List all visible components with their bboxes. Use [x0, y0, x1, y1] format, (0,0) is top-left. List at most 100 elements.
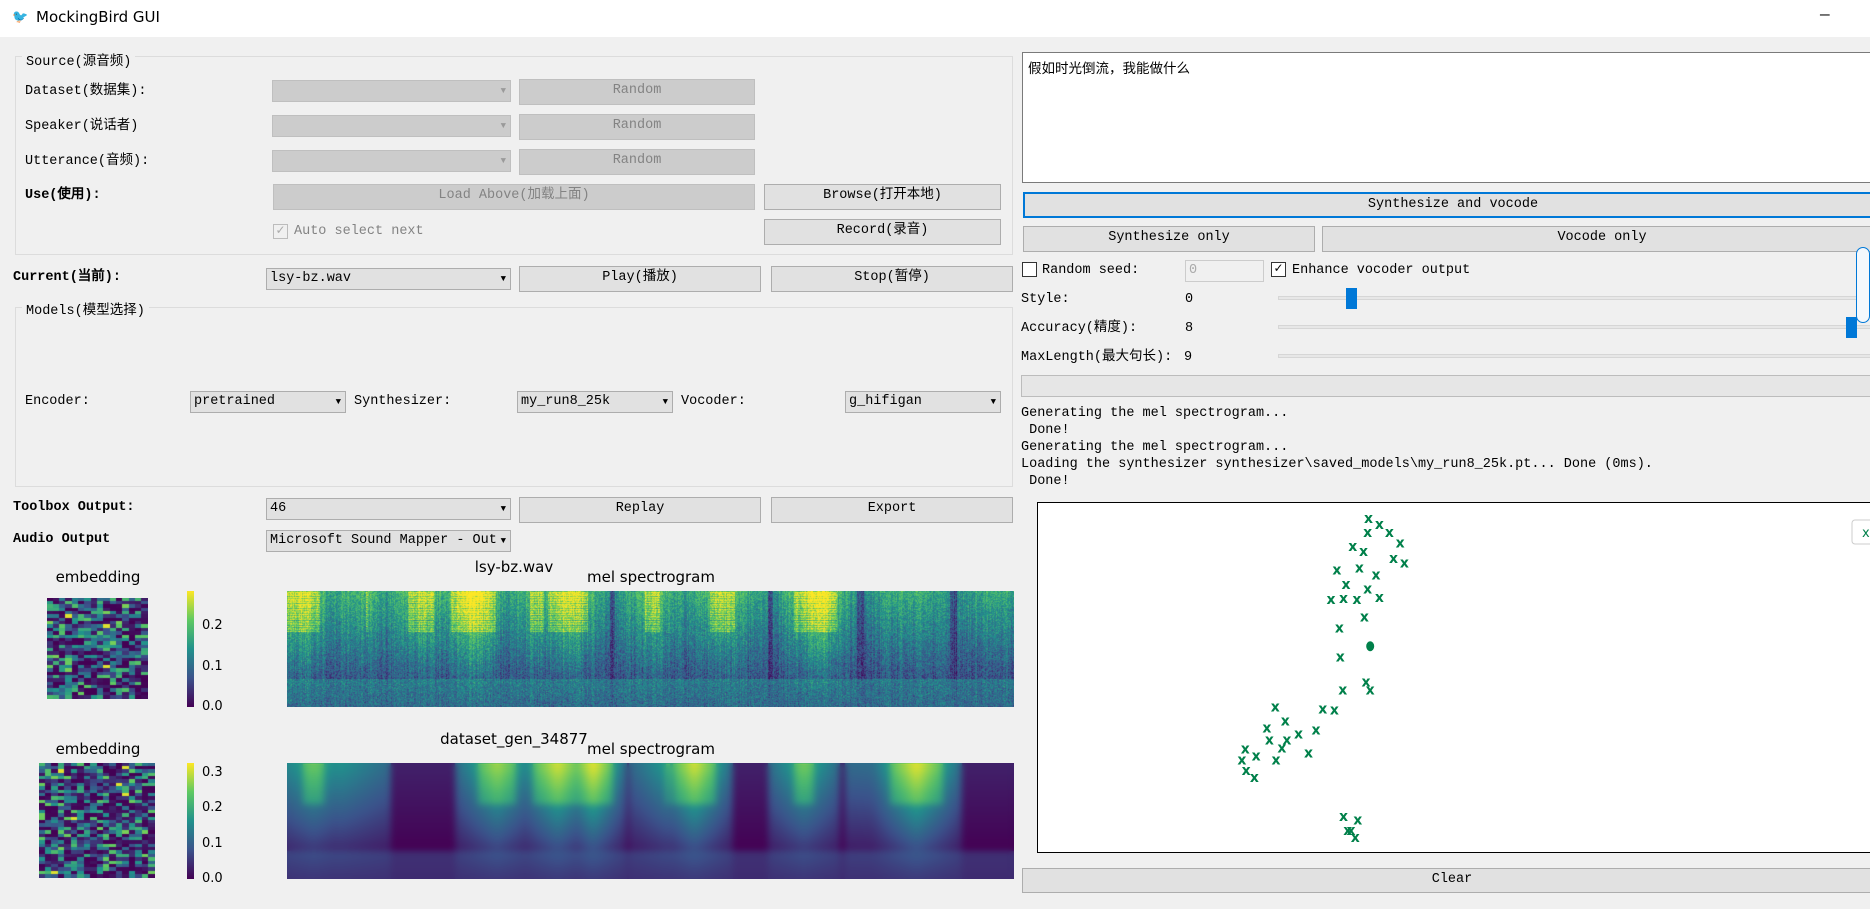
minimize-icon[interactable]: —: [1820, 6, 1830, 24]
scatter-point: x: [1355, 560, 1364, 576]
colorbar-1-tick: 0.1: [202, 659, 223, 674]
scatter-point: x: [1250, 770, 1259, 786]
maxlength-slider-track[interactable]: [1278, 354, 1870, 358]
speaker-random-button[interactable]: Random: [519, 114, 755, 140]
load-above-button[interactable]: Load Above(加载上面): [273, 184, 755, 210]
vocode-only-button[interactable]: Vocode only: [1322, 226, 1870, 252]
style-slider-handle[interactable]: [1346, 288, 1357, 309]
auto-select-label: Auto select next: [294, 224, 424, 239]
auto-select-checkbox[interactable]: ✓: [273, 224, 288, 239]
utterance-dropdown[interactable]: ▼: [272, 150, 511, 172]
embedding-heatmap-2: [39, 763, 155, 878]
synthesizer-dropdown[interactable]: my_run8_25k ▼: [517, 391, 673, 413]
maxlength-label: MaxLength(最大句长):: [1021, 350, 1173, 365]
scatter-point: x: [1372, 567, 1381, 583]
text-input[interactable]: 假如时光倒流，我能做什么: [1022, 52, 1870, 183]
scatter-point: x: [1352, 592, 1361, 608]
scatter-point: x: [1366, 682, 1375, 698]
random-seed-checkbox[interactable]: [1022, 262, 1037, 277]
models-group-title: Models(模型选择): [22, 298, 149, 319]
scatter-point: x: [1330, 702, 1339, 718]
speaker-dropdown[interactable]: ▼: [272, 115, 511, 137]
log-line: Loading the synthesizer synthesizer\save…: [1021, 457, 1653, 472]
scatter-point: x: [1375, 517, 1384, 533]
scatter-point: x: [1318, 702, 1327, 718]
scatter-point: x: [1332, 562, 1341, 578]
current-value: lsy-bz.wav: [270, 271, 352, 286]
log-line: Generating the mel spectrogram...: [1021, 440, 1289, 455]
toolbox-output-label: Toolbox Output:: [13, 500, 135, 515]
dataset-label: Dataset(数据集):: [25, 84, 147, 99]
log-line: Generating the mel spectrogram...: [1021, 406, 1289, 421]
maxlength-value: 9: [1184, 350, 1193, 365]
replay-button[interactable]: Replay: [519, 497, 761, 523]
scatter-point: x: [1363, 525, 1372, 541]
scatter-point: x: [1281, 713, 1290, 729]
vocoder-label: Vocoder:: [681, 394, 746, 409]
scatter-point: x: [1348, 539, 1357, 555]
source-group-title: Source(源音频): [22, 49, 136, 70]
scatter-point: x: [1294, 726, 1303, 742]
seed-input[interactable]: 0: [1185, 260, 1264, 282]
chevron-down-icon: ▼: [500, 504, 506, 514]
chevron-down-icon: ▼: [662, 397, 668, 407]
progress-bar: [1021, 375, 1870, 397]
mel-title-1: mel spectrogram: [587, 568, 715, 586]
synthesize-and-vocode-button[interactable]: Synthesize and vocode: [1023, 192, 1870, 218]
vocoder-dropdown[interactable]: g_hifigan ▼: [845, 391, 1001, 413]
export-button[interactable]: Export: [771, 497, 1013, 523]
browse-button[interactable]: Browse(打开本地): [764, 184, 1001, 210]
stop-button[interactable]: Stop(暂停): [771, 266, 1013, 292]
scatter-point: x: [1375, 590, 1384, 606]
chevron-down-icon: ▼: [335, 397, 341, 407]
scatter-point: x: [1389, 551, 1398, 567]
play-button[interactable]: Play(播放): [519, 266, 761, 292]
toolbox-output-dropdown[interactable]: 46 ▼: [266, 498, 511, 520]
vertical-slider-handle[interactable]: [1856, 247, 1870, 323]
scatter-point: x: [1336, 649, 1345, 665]
dataset-dropdown[interactable]: ▼: [272, 80, 511, 102]
scatter-point: x: [1312, 722, 1321, 738]
window-title: MockingBird GUI: [36, 8, 160, 26]
mel-spectrogram-1: [287, 591, 1014, 707]
accuracy-slider-handle[interactable]: [1846, 317, 1857, 338]
colorbar-2: [187, 763, 194, 879]
legend-marker: x: [1862, 526, 1870, 541]
audio-output-dropdown[interactable]: Microsoft Sound Mapper - Out ▼: [266, 530, 511, 552]
clear-button[interactable]: Clear: [1022, 868, 1870, 893]
style-value: 0: [1185, 292, 1194, 307]
synthesizer-value: my_run8_25k: [521, 394, 611, 409]
embedding-title-2: embedding: [55, 740, 141, 758]
scatter-point: x: [1400, 555, 1409, 571]
chevron-down-icon: ▼: [500, 86, 506, 96]
chevron-down-icon: ▼: [990, 397, 996, 407]
accuracy-label: Accuracy(精度):: [1021, 321, 1138, 336]
utterance-random-button[interactable]: Random: [519, 149, 755, 175]
scatter-point: x: [1335, 620, 1344, 636]
scatter-point: x: [1363, 581, 1372, 597]
encoder-dropdown[interactable]: pretrained ▼: [190, 391, 346, 413]
scatter-point: x: [1339, 591, 1348, 607]
embedding-heatmap-1: [47, 598, 148, 699]
scatter-point: x: [1252, 748, 1261, 764]
dataset-random-button[interactable]: Random: [519, 79, 755, 105]
chevron-down-icon: ▼: [500, 156, 506, 166]
colorbar-2-tick: 0.2: [202, 800, 223, 815]
audio-output-value: Microsoft Sound Mapper - Out: [270, 533, 497, 548]
toolbox-output-value: 46: [270, 501, 287, 516]
synthesize-only-button[interactable]: Synthesize only: [1023, 226, 1315, 252]
chevron-down-icon: ▼: [500, 274, 506, 284]
log-line: Done!: [1021, 474, 1070, 489]
record-button[interactable]: Record(录音): [764, 219, 1001, 245]
style-slider-track[interactable]: [1278, 296, 1870, 300]
scatter-point: x: [1272, 752, 1281, 768]
colorbar-2-tick: 0.3: [202, 765, 223, 780]
scatter-point: x: [1338, 682, 1347, 698]
accuracy-slider-track[interactable]: [1278, 325, 1870, 329]
speaker-label: Speaker(说话者): [25, 119, 139, 134]
embedding-title-1: embedding: [55, 568, 141, 586]
enhance-vocoder-checkbox[interactable]: ✓: [1271, 262, 1286, 277]
current-dropdown[interactable]: lsy-bz.wav ▼: [266, 268, 511, 290]
colorbar-1-tick: 0.0: [202, 699, 223, 714]
title-bar: 🐦 MockingBird GUI —: [0, 0, 1870, 37]
